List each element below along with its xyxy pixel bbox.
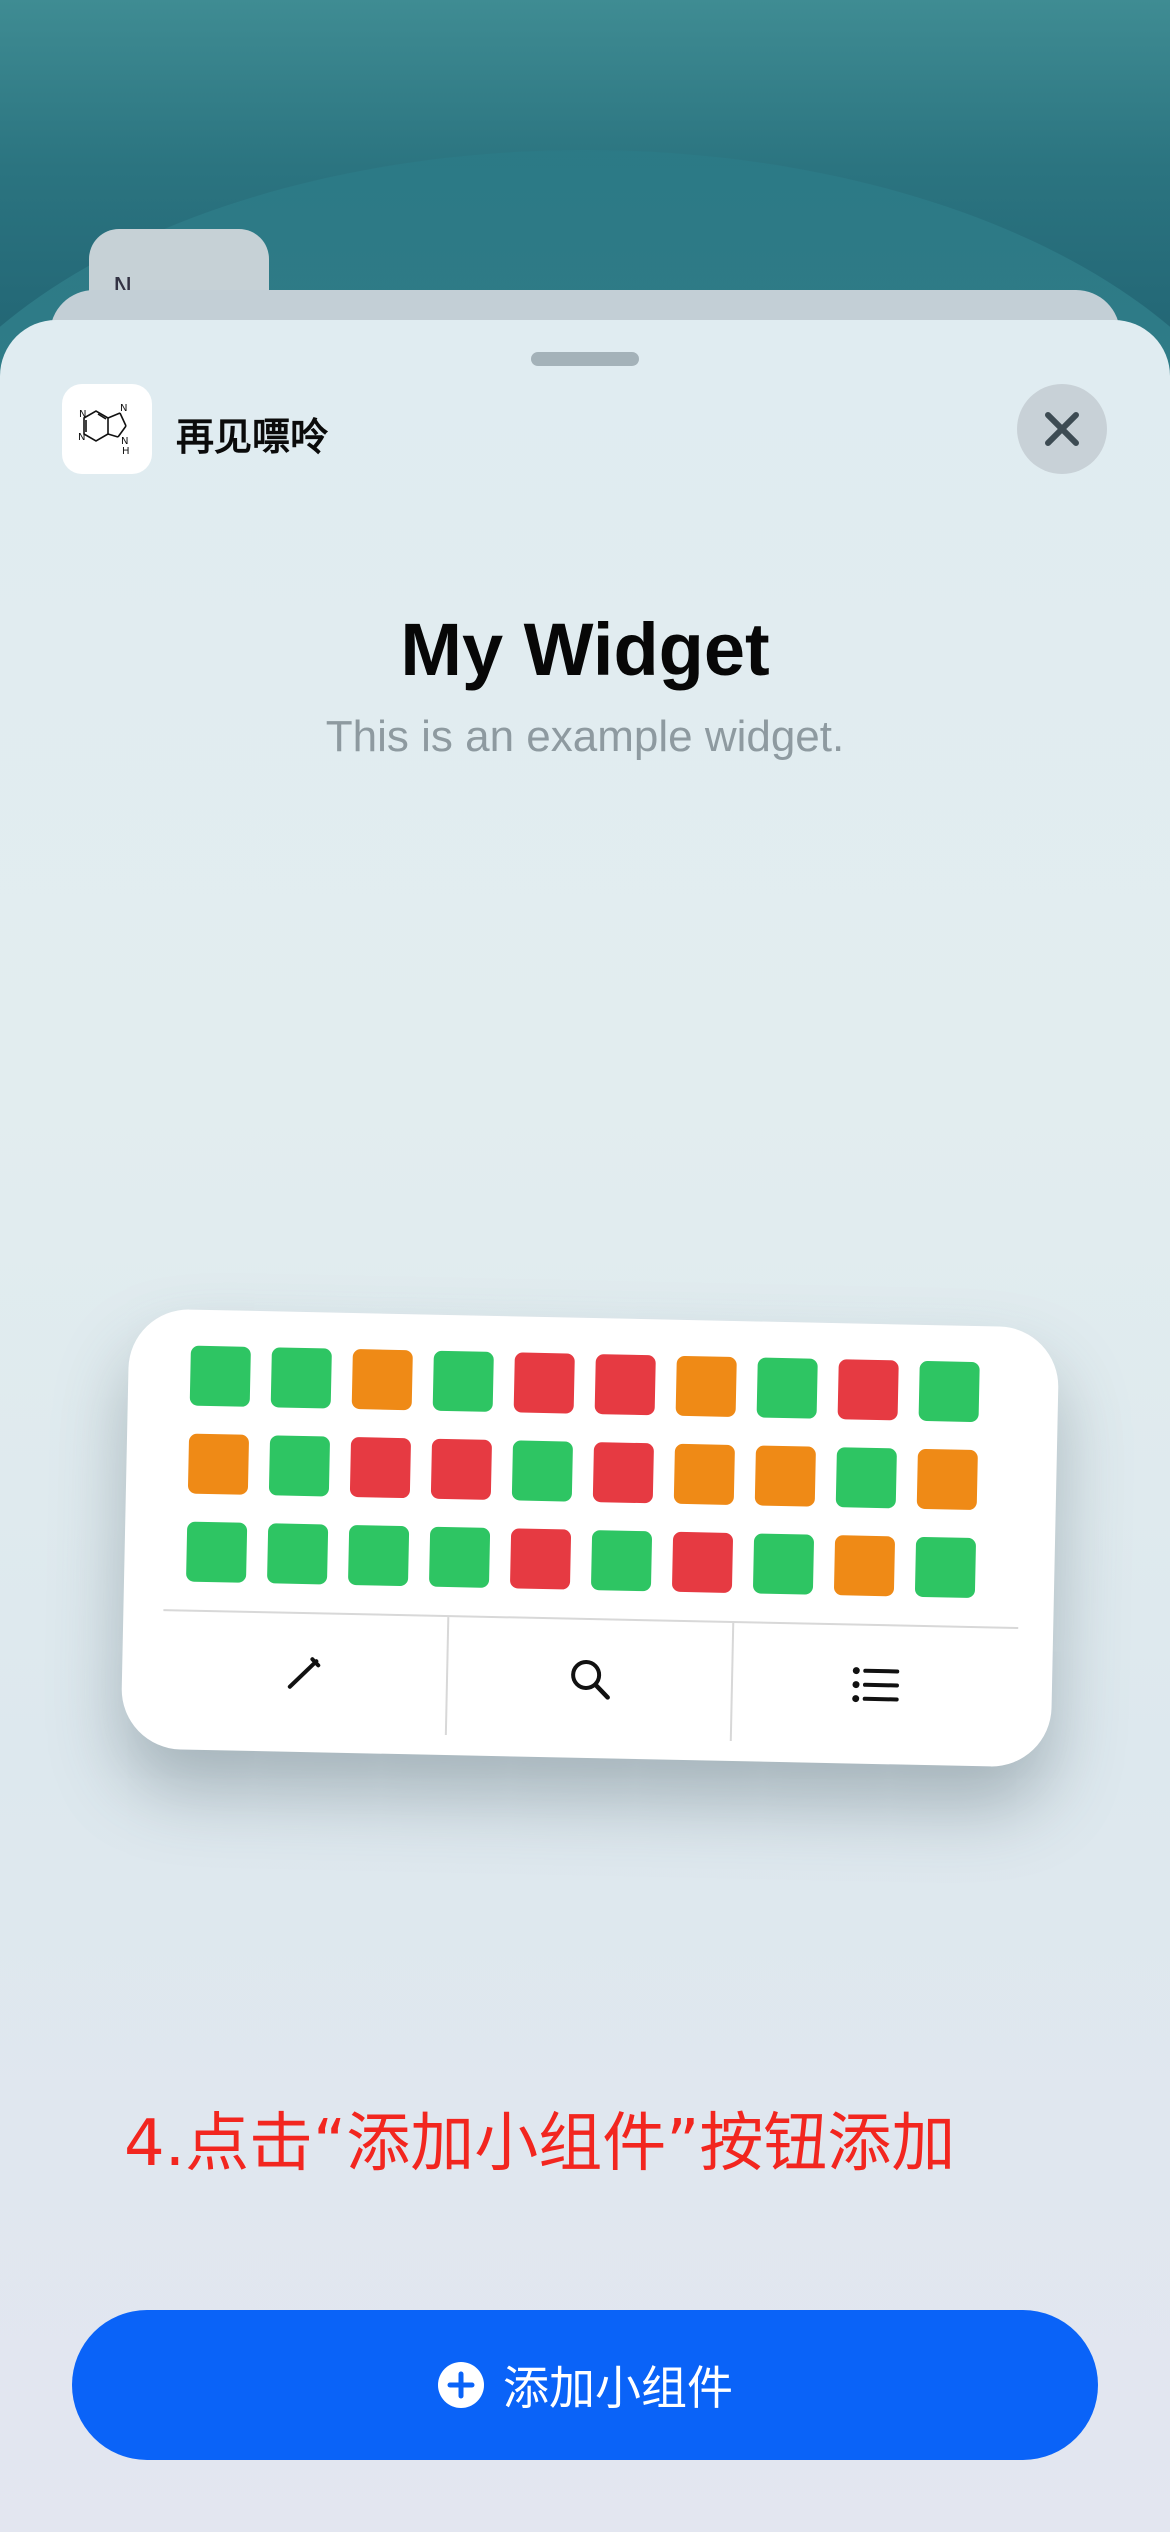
status-cell-green xyxy=(835,1447,897,1509)
status-grid xyxy=(185,1345,980,1599)
widget-description: This is an example widget. xyxy=(325,712,845,761)
status-cell-green xyxy=(428,1526,491,1588)
purine-molecule-icon: N N N N H xyxy=(78,403,130,457)
status-cell-green xyxy=(270,1347,332,1409)
status-cell-green xyxy=(752,1533,815,1595)
sheet-grabber[interactable] xyxy=(531,352,639,366)
status-cell-green xyxy=(590,1530,653,1592)
status-cell-orange xyxy=(916,1448,978,1511)
svg-text:N: N xyxy=(78,432,85,443)
status-cell-orange xyxy=(351,1348,413,1411)
status-cell-red xyxy=(513,1352,575,1414)
status-cell-green xyxy=(347,1524,410,1587)
close-icon xyxy=(1045,412,1079,446)
status-cell-green xyxy=(432,1350,494,1412)
instruction-annotation: 4.点击“添加小组件”按钮添加 xyxy=(124,2107,956,2181)
status-cell-orange xyxy=(754,1445,816,1507)
status-cell-red xyxy=(671,1531,734,1593)
list-tool[interactable] xyxy=(732,1623,1018,1747)
search-icon xyxy=(570,1659,610,1700)
status-cell-red xyxy=(594,1354,656,1416)
add-widget-button[interactable]: 添加小组件 xyxy=(72,2310,1098,2460)
close-button[interactable] xyxy=(1017,384,1107,474)
widget-preview[interactable] xyxy=(120,1308,1060,1768)
list-icon xyxy=(852,1667,900,1703)
status-cell-orange xyxy=(673,1443,735,1506)
status-cell-green xyxy=(918,1360,980,1423)
widget-toolbar xyxy=(160,1611,1018,1747)
status-cell-red xyxy=(592,1442,654,1504)
app-icon: N N N N H xyxy=(62,384,152,474)
status-cell-green xyxy=(185,1521,248,1583)
svg-text:N: N xyxy=(79,409,86,420)
status-cell-orange xyxy=(187,1433,250,1495)
status-cell-red xyxy=(430,1438,493,1500)
status-cell-green xyxy=(268,1435,331,1497)
status-cell-red xyxy=(837,1359,899,1421)
status-cell-red xyxy=(349,1436,412,1499)
search-tool[interactable] xyxy=(446,1617,735,1742)
plus-circle-icon xyxy=(438,2362,484,2408)
widget-preview-container xyxy=(120,1308,1060,1768)
edit-tool[interactable] xyxy=(160,1611,449,1736)
pencil-icon xyxy=(287,1657,321,1689)
status-cell-green xyxy=(511,1440,574,1502)
status-cell-green xyxy=(756,1357,818,1419)
status-cell-green xyxy=(914,1536,977,1599)
widget-title: My Widget xyxy=(400,608,770,691)
add-widget-label: 添加小组件 xyxy=(503,2361,733,2415)
status-cell-orange xyxy=(675,1355,737,1418)
status-cell-red xyxy=(509,1528,572,1590)
app-name: 再见嘌呤 xyxy=(176,415,329,459)
status-cell-orange xyxy=(833,1535,896,1597)
status-cell-green xyxy=(189,1345,251,1407)
widget-gallery-sheet: N N N N H 再见嘌呤 My Widget This is an exam… xyxy=(0,320,1170,2532)
status-cell-green xyxy=(266,1523,329,1585)
svg-text:N: N xyxy=(120,403,127,414)
svg-text:H: H xyxy=(122,446,130,457)
